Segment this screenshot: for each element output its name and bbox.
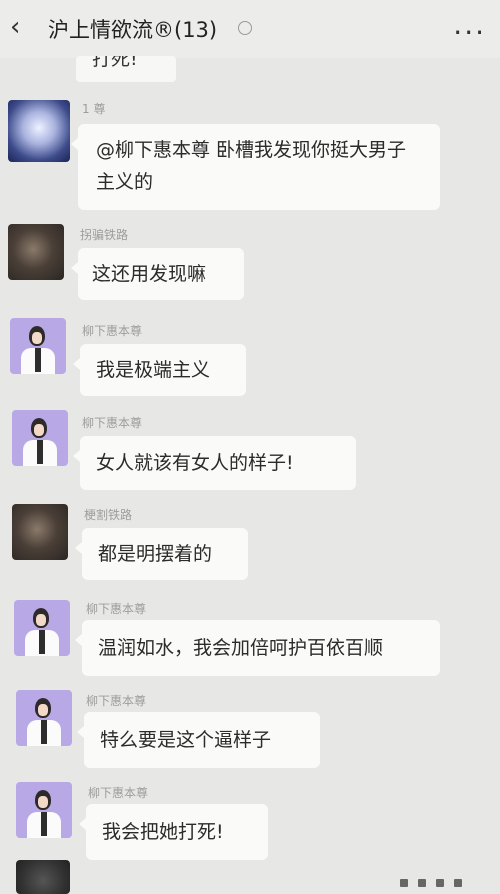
avatar[interactable] <box>16 782 72 838</box>
message-text: 特么要是这个逼样子 <box>100 729 272 751</box>
message-bubble[interactable]: @柳下惠本尊 卧槽我发现你挺大男子主义的 <box>71 124 440 210</box>
avatar[interactable] <box>8 100 70 162</box>
message-bubble[interactable]: 这还用发现嘛 <box>71 248 244 300</box>
sender-name: 柳下惠本尊 <box>88 786 149 800</box>
message-text: 我是极端主义 <box>96 359 211 381</box>
message-text: 我会把她打死! <box>102 821 224 843</box>
message-text: 温润如水，我会加倍呵护百依百顺 <box>98 637 384 659</box>
avatar[interactable] <box>8 224 64 280</box>
sender-name: 柳下惠本尊 <box>82 324 143 338</box>
more-options-icon[interactable]: ... <box>453 8 486 41</box>
message-bubble[interactable]: 我会把她打死! <box>79 804 268 860</box>
message-text: 女人就该有女人的样子! <box>96 452 294 474</box>
sender-name: 梗割铁路 <box>84 508 133 522</box>
message-bubble[interactable]: 我是极端主义 <box>73 344 246 396</box>
avatar[interactable] <box>12 410 68 466</box>
sender-name: 柳下惠本尊 <box>86 694 147 708</box>
message-text: @柳下惠本尊 卧槽我发现你挺大男子主义的 <box>96 139 407 193</box>
avatar[interactable] <box>16 860 70 894</box>
page-indicator <box>400 872 472 891</box>
avatar[interactable] <box>12 504 68 560</box>
avatar[interactable] <box>16 690 72 746</box>
mute-icon <box>238 21 252 35</box>
sender-name: 柳下惠本尊 <box>82 416 143 430</box>
partial-message-bubble: 打死! <box>76 56 176 82</box>
sender-name: 柳下惠本尊 <box>86 602 147 616</box>
sender-name: 1 尊 <box>82 102 106 116</box>
chat-header: ‹ 沪上情欲流®(13) ... <box>0 0 500 58</box>
chat-title: 沪上情欲流®(13) <box>48 18 218 42</box>
sender-name: 拐骗铁路 <box>80 228 129 242</box>
message-bubble[interactable]: 特么要是这个逼样子 <box>77 712 320 768</box>
message-bubble[interactable]: 都是明摆着的 <box>75 528 248 580</box>
message-text: 都是明摆着的 <box>98 543 213 565</box>
message-bubble[interactable]: 女人就该有女人的样子! <box>73 436 356 490</box>
message-text: 这还用发现嘛 <box>92 263 207 285</box>
avatar[interactable] <box>14 600 70 656</box>
avatar[interactable] <box>10 318 66 374</box>
message-bubble[interactable]: 温润如水，我会加倍呵护百依百顺 <box>75 620 440 676</box>
back-icon[interactable]: ‹ <box>10 12 20 42</box>
